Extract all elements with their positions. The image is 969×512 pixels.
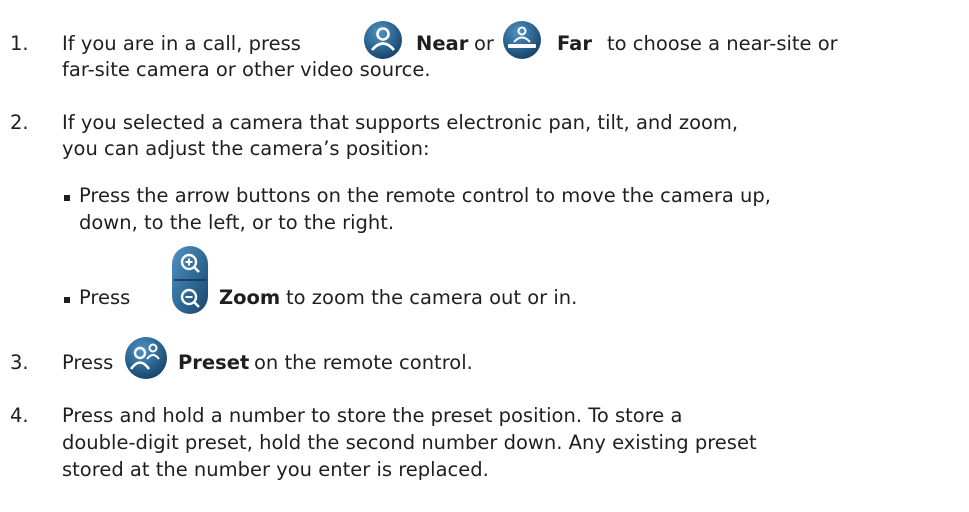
- step-3-post: on the remote control.: [254, 351, 473, 374]
- step-1-text-a: If you are in a call, press: [62, 32, 301, 55]
- step-3-pre: Press: [62, 351, 114, 374]
- step-2-text-a: If you selected a camera that supports e…: [62, 111, 739, 134]
- preset-label: Preset: [178, 351, 250, 374]
- step-4-text-b: double-digit preset, hold the second num…: [62, 431, 757, 454]
- near-camera-icon: [364, 21, 402, 59]
- or-text: or: [474, 32, 494, 55]
- preset-icon: [125, 337, 167, 379]
- step-number: 3.: [10, 351, 29, 374]
- bullet-marker: [64, 195, 70, 201]
- bullet-1-text-b: down, to the left, or to the right.: [79, 211, 395, 234]
- step-4-text-a: Press and hold a number to store the pre…: [62, 404, 683, 427]
- step-number: 4.: [10, 404, 29, 427]
- step-number: 2.: [10, 111, 29, 134]
- zoom-icon: [172, 246, 208, 314]
- step-2-text-b: you can adjust the camera’s position:: [62, 137, 430, 160]
- bullet-marker: [64, 297, 70, 303]
- bullet-2-post: to zoom the camera out or in.: [286, 286, 578, 309]
- step-number: 1.: [10, 32, 29, 55]
- zoom-label: Zoom: [219, 286, 281, 309]
- bullet-1-text-a: Press the arrow buttons on the remote co…: [79, 184, 771, 207]
- step-1-text-b: to choose a near-site or: [607, 32, 838, 55]
- step-4-text-c: stored at the number you enter is replac…: [62, 458, 489, 481]
- bullet-2-pre: Press: [79, 286, 131, 309]
- far-camera-icon: [503, 21, 541, 59]
- near-label: Near: [416, 32, 469, 55]
- step-1-text-c: far-site camera or other video source.: [62, 58, 431, 81]
- far-label: Far: [557, 32, 592, 55]
